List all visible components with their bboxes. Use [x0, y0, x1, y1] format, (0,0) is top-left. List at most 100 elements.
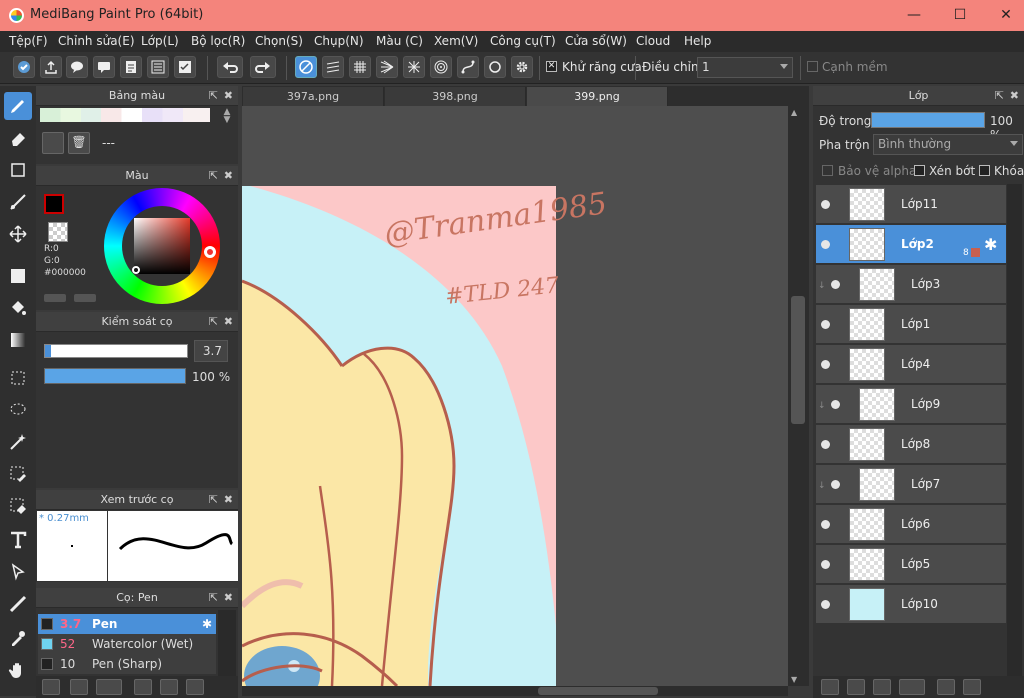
- layer-row[interactable]: Lớp8: [816, 425, 1006, 464]
- bucket-tool-icon[interactable]: [4, 294, 32, 322]
- close-button[interactable]: ✕: [996, 5, 1016, 25]
- menu-color[interactable]: Màu (C): [376, 34, 423, 48]
- cloud-save-icon[interactable]: [13, 56, 35, 78]
- visibility-eye-icon[interactable]: [821, 600, 830, 609]
- text-tool-icon[interactable]: [4, 526, 32, 554]
- undock-icon[interactable]: ⇱: [209, 86, 218, 105]
- visibility-eye-icon[interactable]: [821, 200, 830, 209]
- redo-icon[interactable]: [250, 56, 276, 78]
- layer-row-clipped[interactable]: ↓ Lớp3: [816, 265, 1006, 304]
- gear-icon[interactable]: [511, 56, 533, 78]
- undock-icon[interactable]: ⇱: [209, 312, 218, 331]
- duplicate-icon[interactable]: [186, 679, 204, 695]
- brush-item-pen-sharp[interactable]: 10 Pen (Sharp): [38, 654, 216, 674]
- tab-398[interactable]: 398.png: [385, 87, 526, 106]
- divide-tool-icon[interactable]: [4, 590, 32, 618]
- visibility-eye-icon[interactable]: [831, 480, 840, 489]
- undock-icon[interactable]: ⇱: [209, 588, 218, 607]
- close-icon[interactable]: ✖: [224, 588, 233, 607]
- menu-layer[interactable]: Lớp(L): [141, 34, 179, 48]
- close-icon[interactable]: ✖: [1010, 86, 1019, 105]
- canvas-vertical-scrollbar[interactable]: ▲ ▼: [788, 106, 809, 686]
- new-brush-icon[interactable]: [70, 679, 88, 695]
- menu-cloud[interactable]: Cloud: [636, 34, 670, 48]
- close-icon[interactable]: ✖: [224, 312, 233, 331]
- horizontal-scroll-thumb[interactable]: [538, 687, 658, 695]
- eyedropper-tool-icon[interactable]: [4, 624, 32, 652]
- close-icon[interactable]: ✖: [224, 166, 233, 185]
- trash-icon[interactable]: 🗑: [68, 132, 90, 154]
- visibility-eye-icon[interactable]: [831, 400, 840, 409]
- select-eraser-tool-icon[interactable]: [4, 492, 32, 520]
- canvas-area[interactable]: @Tranma1985 #TLD 247: [242, 106, 788, 686]
- layer-opacity-slider[interactable]: [871, 112, 985, 128]
- canvas-horizontal-scrollbar[interactable]: [242, 686, 788, 696]
- tab-397a[interactable]: 397a.png: [243, 87, 384, 106]
- circle-snap-icon[interactable]: [484, 56, 506, 78]
- new-1bit-layer-icon[interactable]: [873, 679, 891, 695]
- layer-row-clipped[interactable]: ↓ Lớp9: [816, 385, 1006, 424]
- copy-brush-icon[interactable]: [134, 679, 152, 695]
- gradient-tool-icon[interactable]: [4, 326, 32, 354]
- undock-icon[interactable]: ⇱: [995, 86, 1004, 105]
- brush-opacity-slider[interactable]: [44, 368, 186, 384]
- layer-row[interactable]: Lớp5: [816, 545, 1006, 584]
- add-brush-icon[interactable]: [42, 679, 60, 695]
- concentric-snap-icon[interactable]: [430, 56, 452, 78]
- protect-alpha-checkbox[interactable]: [822, 165, 833, 176]
- select-pen-tool-icon[interactable]: [4, 460, 32, 488]
- menu-select[interactable]: Chọn(S): [255, 34, 303, 48]
- vertical-scroll-thumb[interactable]: [791, 296, 805, 424]
- new-8bit-layer-icon[interactable]: [847, 679, 865, 695]
- blend-mode-dropdown[interactable]: Bình thường: [873, 134, 1023, 155]
- tab-399[interactable]: 399.png: [527, 87, 668, 106]
- correction-dropdown[interactable]: 1: [697, 57, 793, 78]
- layer-row[interactable]: Lớp1: [816, 305, 1006, 344]
- speech-bubble-icon[interactable]: [66, 56, 88, 78]
- duplicate-layer-icon[interactable]: [963, 679, 981, 695]
- layer-row[interactable]: Lớp10: [816, 585, 1006, 624]
- layer-properties-icon[interactable]: [147, 56, 169, 78]
- eraser-tool-icon[interactable]: [4, 124, 32, 152]
- clip-checkbox[interactable]: [914, 165, 925, 176]
- fill-rect-tool-icon[interactable]: [4, 262, 32, 290]
- menu-window[interactable]: Cửa sổ(W): [565, 34, 627, 48]
- gear-icon[interactable]: ✱: [202, 614, 212, 634]
- palette-scroll[interactable]: ▲ ▼: [220, 108, 234, 126]
- gear-icon[interactable]: ✱: [984, 235, 997, 254]
- lock-checkbox[interactable]: [979, 165, 990, 176]
- curve-snap-icon[interactable]: [457, 56, 479, 78]
- new-palette-icon[interactable]: [42, 132, 64, 154]
- add-layer-menu-icon[interactable]: [899, 679, 925, 695]
- layer-row[interactable]: Lớp6: [816, 505, 1006, 544]
- visibility-eye-icon[interactable]: [821, 360, 830, 369]
- layer-list-scrollbar[interactable]: [1007, 184, 1022, 678]
- menu-file[interactable]: Tệp(F): [9, 34, 48, 48]
- grid-snap-icon[interactable]: [349, 56, 371, 78]
- visibility-eye-icon[interactable]: [831, 280, 840, 289]
- comment-icon[interactable]: [93, 56, 115, 78]
- menu-edit[interactable]: Chỉnh sửa(E): [58, 34, 135, 48]
- radial-snap-icon[interactable]: [403, 56, 425, 78]
- soft-edge-checkbox[interactable]: [807, 61, 818, 72]
- rectangle-tool-icon[interactable]: [4, 156, 32, 184]
- brush-item-pen[interactable]: 3.7 Pen ✱: [38, 614, 216, 634]
- lasso-tool-icon[interactable]: [4, 396, 32, 424]
- minimize-button[interactable]: —: [904, 5, 924, 25]
- layer-row[interactable]: Lớp11: [816, 185, 1006, 224]
- folder-icon[interactable]: [937, 679, 955, 695]
- line-tool-icon[interactable]: [4, 188, 32, 216]
- menu-snap[interactable]: Chụp(N): [314, 34, 364, 48]
- visibility-eye-icon[interactable]: [821, 320, 830, 329]
- move-tool-icon[interactable]: [4, 220, 32, 248]
- visibility-eye-icon[interactable]: [821, 440, 830, 449]
- sv-handle[interactable]: [132, 266, 140, 274]
- menu-help[interactable]: Help: [684, 34, 711, 48]
- folder-icon[interactable]: [160, 679, 178, 695]
- saturation-square[interactable]: [134, 218, 190, 274]
- visibility-eye-icon[interactable]: [821, 520, 830, 529]
- menu-tools[interactable]: Công cụ(T): [490, 34, 556, 48]
- layer-row-selected[interactable]: Lớp2 8 ✱: [816, 225, 1006, 264]
- undo-icon[interactable]: [217, 56, 243, 78]
- visibility-eye-icon[interactable]: [821, 240, 830, 249]
